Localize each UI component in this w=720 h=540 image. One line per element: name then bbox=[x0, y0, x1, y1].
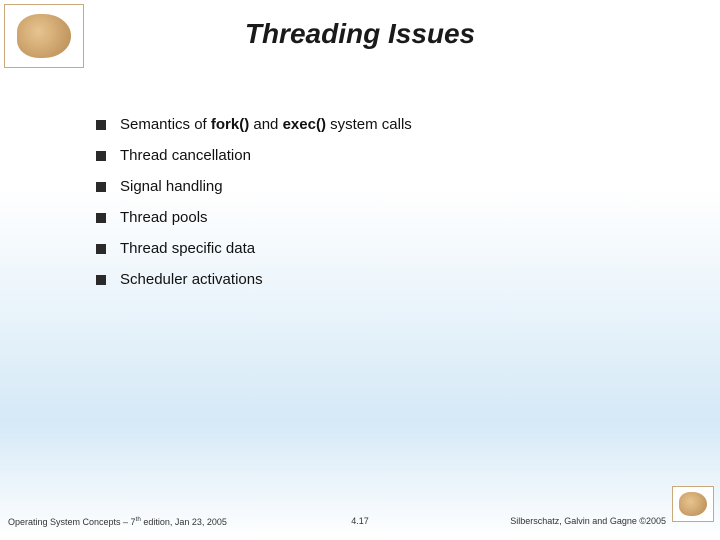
list-item: Scheduler activations bbox=[96, 271, 660, 288]
list-item: Thread pools bbox=[96, 209, 660, 226]
bullet-text: Thread specific data bbox=[120, 240, 255, 257]
slide-title: Threading Issues bbox=[0, 18, 720, 50]
text: and bbox=[249, 116, 282, 133]
footer: Operating System Concepts – 7th edition,… bbox=[0, 512, 720, 530]
text: Semantics of bbox=[120, 116, 211, 133]
footer-right: Silberschatz, Galvin and Gagne ©2005 bbox=[510, 516, 666, 526]
text: system calls bbox=[326, 116, 412, 133]
text-bold: exec() bbox=[283, 116, 326, 133]
bullet-text: Signal handling bbox=[120, 178, 223, 195]
list-item: Thread cancellation bbox=[96, 147, 660, 164]
bullet-icon bbox=[96, 275, 106, 285]
bullet-text: Thread cancellation bbox=[120, 147, 251, 164]
text: edition, Jan 23, 2005 bbox=[141, 517, 227, 527]
list-item: Semantics of fork() and exec() system ca… bbox=[96, 116, 660, 133]
bullet-icon bbox=[96, 213, 106, 223]
list-item: Signal handling bbox=[96, 178, 660, 195]
text: Operating System Concepts – 7 bbox=[8, 517, 136, 527]
footer-center: 4.17 bbox=[351, 516, 369, 526]
footer-left: Operating System Concepts – 7th edition,… bbox=[8, 516, 227, 527]
bullet-icon bbox=[96, 151, 106, 161]
bullet-icon bbox=[96, 120, 106, 130]
bullet-list: Semantics of fork() and exec() system ca… bbox=[96, 116, 660, 302]
bullet-text: Semantics of fork() and exec() system ca… bbox=[120, 116, 412, 133]
bullet-text: Thread pools bbox=[120, 209, 208, 226]
bullet-icon bbox=[96, 244, 106, 254]
list-item: Thread specific data bbox=[96, 240, 660, 257]
bullet-text: Scheduler activations bbox=[120, 271, 263, 288]
slide: Threading Issues Semantics of fork() and… bbox=[0, 0, 720, 540]
bullet-icon bbox=[96, 182, 106, 192]
text-bold: fork() bbox=[211, 116, 249, 133]
